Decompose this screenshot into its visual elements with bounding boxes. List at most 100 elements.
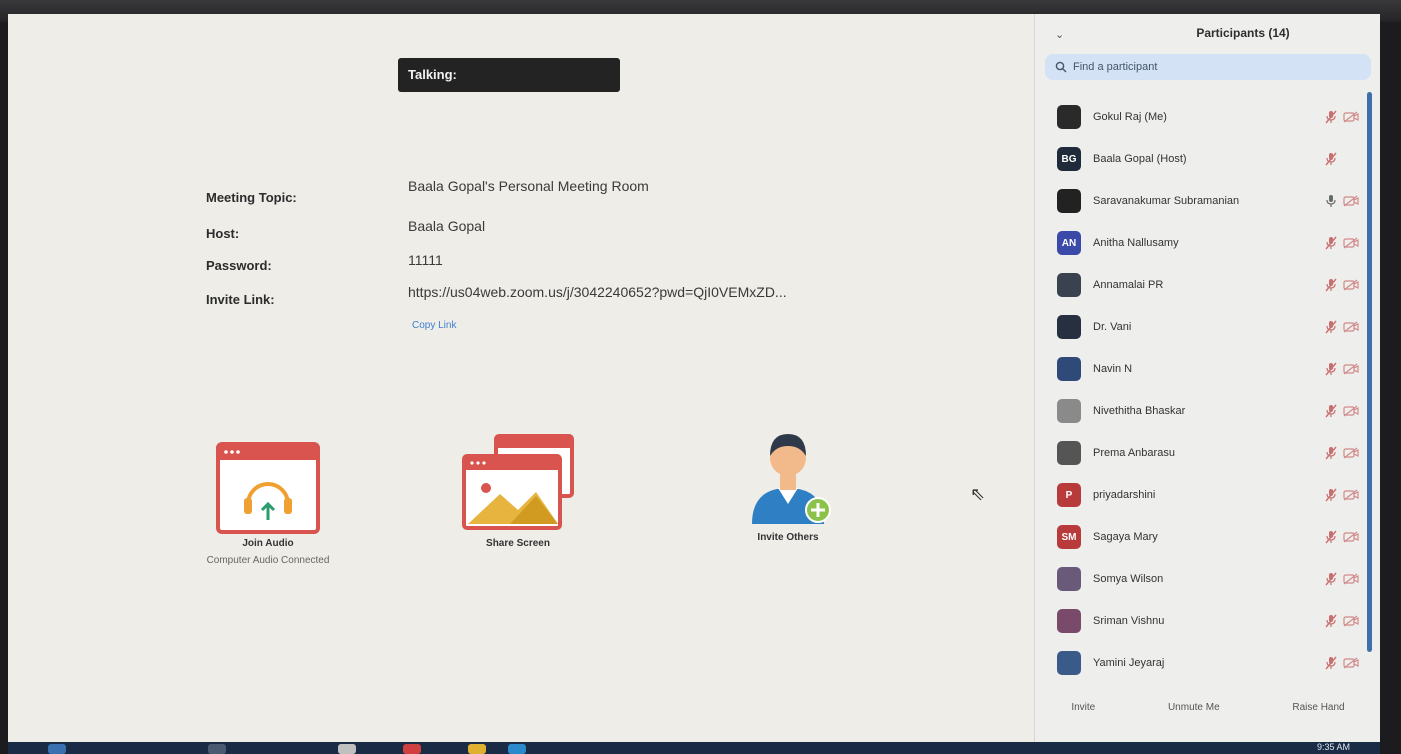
participant-avatar: [1057, 567, 1081, 591]
host-value: Baala Gopal: [408, 218, 486, 234]
invite-others-label: Invite Others: [757, 532, 819, 543]
participants-header: ⌄ Participants (14): [1035, 14, 1380, 52]
copy-link-button[interactable]: Copy Link: [412, 320, 456, 331]
video-off-icon: [1343, 237, 1359, 249]
participant-row[interactable]: Nivethitha Bhaskar: [1045, 390, 1365, 432]
participant-row[interactable]: SM Sagaya Mary: [1045, 516, 1365, 558]
participant-status-icons: [1325, 110, 1359, 124]
participant-status-icons: [1325, 572, 1359, 586]
start-icon[interactable]: [48, 744, 66, 754]
participant-name: Gokul Raj (Me): [1093, 111, 1167, 123]
participant-status-icons: [1325, 530, 1359, 544]
video-off-icon: [1343, 279, 1359, 291]
participant-status-icons: [1325, 278, 1359, 292]
taskbar-clock: 9:35 AM: [1316, 742, 1350, 752]
mic-muted-icon: [1325, 572, 1337, 586]
mic-muted-icon: [1325, 614, 1337, 628]
participant-status-icons: [1325, 152, 1359, 166]
participant-status-icons: [1325, 236, 1359, 250]
participant-row[interactable]: Prema Anbarasu: [1045, 432, 1365, 474]
participant-status-icons: [1325, 194, 1359, 208]
participants-panel: ⌄ Participants (14) Find a participant G…: [1034, 14, 1380, 742]
mic-muted-icon: [1325, 236, 1337, 250]
participant-status-icons: [1325, 446, 1359, 460]
password-label: Password:: [206, 258, 272, 273]
audio-status-text: Computer Audio Connected: [206, 555, 330, 566]
participant-name: Somya Wilson: [1093, 573, 1164, 585]
participant-name: Anitha Nallusamy: [1093, 237, 1179, 249]
participant-status-icons: [1325, 656, 1359, 670]
taskbar-app-icon[interactable]: [508, 744, 526, 754]
video-off-icon: [1343, 615, 1359, 627]
participant-search-input[interactable]: Find a participant: [1045, 54, 1371, 80]
mic-muted-icon: [1325, 656, 1337, 670]
participant-row[interactable]: Saravanakumar Subramanian: [1045, 180, 1365, 222]
search-placeholder: Find a participant: [1073, 61, 1158, 73]
participant-status-icons: [1325, 362, 1359, 376]
share-screen-label: Share Screen: [486, 538, 550, 549]
participant-row[interactable]: AN Anitha Nallusamy: [1045, 222, 1365, 264]
participant-status-icons: [1325, 404, 1359, 418]
unmute-me-button[interactable]: Unmute Me: [1168, 702, 1220, 722]
zoom-window: Talking: Meeting Topic: Baala Gopal's Pe…: [8, 14, 1380, 742]
participant-avatar: [1057, 315, 1081, 339]
participant-row[interactable]: Gokul Raj (Me): [1045, 96, 1365, 138]
search-icon: [1055, 61, 1067, 73]
participant-avatar: AN: [1057, 231, 1081, 255]
participant-avatar: [1057, 189, 1081, 213]
participant-name: Nivethitha Bhaskar: [1093, 405, 1186, 417]
participant-row[interactable]: Dr. Vani: [1045, 306, 1365, 348]
mic-muted-icon: [1325, 488, 1337, 502]
invite-link-value: https://us04web.zoom.us/j/3042240652?pwd…: [408, 284, 787, 300]
mic-muted-icon: [1325, 152, 1337, 166]
mic-muted-icon: [1325, 446, 1337, 460]
invite-button[interactable]: Invite: [1071, 702, 1095, 722]
participant-status-icons: [1325, 614, 1359, 628]
participant-row[interactable]: Annamalai PR: [1045, 264, 1365, 306]
participant-status-icons: [1325, 320, 1359, 334]
video-off-icon: [1343, 489, 1359, 501]
mic-icon: [1326, 195, 1336, 207]
participant-row[interactable]: BG Baala Gopal (Host): [1045, 138, 1365, 180]
participant-name: Dr. Vani: [1093, 321, 1132, 333]
participant-row[interactable]: Yamini Jeyaraj: [1045, 642, 1365, 684]
mic-muted-icon: [1325, 404, 1337, 418]
mic-muted-icon: [1325, 530, 1337, 544]
password-value: 11111: [408, 252, 443, 268]
participants-footer: Invite Unmute Me Raise Hand: [1035, 702, 1380, 722]
participant-row[interactable]: Somya Wilson: [1045, 558, 1365, 600]
video-off-icon: [1343, 657, 1359, 669]
join-audio-button[interactable]: Join Audio Computer Audio Connected: [178, 442, 358, 566]
meeting-topic-value: Baala Gopal's Personal Meeting Room: [408, 178, 649, 194]
raise-hand-button[interactable]: Raise Hand: [1292, 702, 1344, 722]
taskbar-app-icon[interactable]: [208, 744, 226, 754]
taskbar-app-icon[interactable]: [338, 744, 356, 754]
participant-name: Navin N: [1093, 363, 1133, 375]
video-off-icon: [1343, 531, 1359, 543]
video-off-icon: [1343, 405, 1359, 417]
participants-title: Participants (14): [1196, 26, 1290, 40]
participant-row[interactable]: Sriman Vishnu: [1045, 600, 1365, 642]
participant-name: priyadarshini: [1093, 489, 1156, 501]
mic-muted-icon: [1325, 320, 1337, 334]
mic-muted-icon: [1325, 278, 1337, 292]
invite-others-button[interactable]: Invite Others: [718, 424, 858, 543]
participant-avatar: [1057, 399, 1081, 423]
video-off-icon: [1343, 447, 1359, 459]
windows-taskbar: 9:35 AM: [8, 742, 1380, 754]
video-off-icon: [1343, 363, 1359, 375]
participant-row[interactable]: Navin N: [1045, 348, 1365, 390]
join-audio-label: Join Audio: [242, 538, 294, 549]
participant-status-icons: [1325, 488, 1359, 502]
participant-avatar: [1057, 609, 1081, 633]
taskbar-app-icon[interactable]: [468, 744, 486, 754]
participant-avatar: [1057, 357, 1081, 381]
participant-name: Annamalai PR: [1093, 279, 1164, 291]
participant-list-scrollbar[interactable]: [1367, 92, 1372, 652]
participant-avatar: [1057, 651, 1081, 675]
participant-row[interactable]: Ppriyadarshini: [1045, 474, 1365, 516]
video-off-icon: [1343, 321, 1359, 333]
share-screen-button[interactable]: Share Screen: [448, 434, 588, 549]
participant-name: Saravanakumar Subramanian: [1093, 195, 1240, 207]
taskbar-app-icon[interactable]: [403, 744, 421, 754]
